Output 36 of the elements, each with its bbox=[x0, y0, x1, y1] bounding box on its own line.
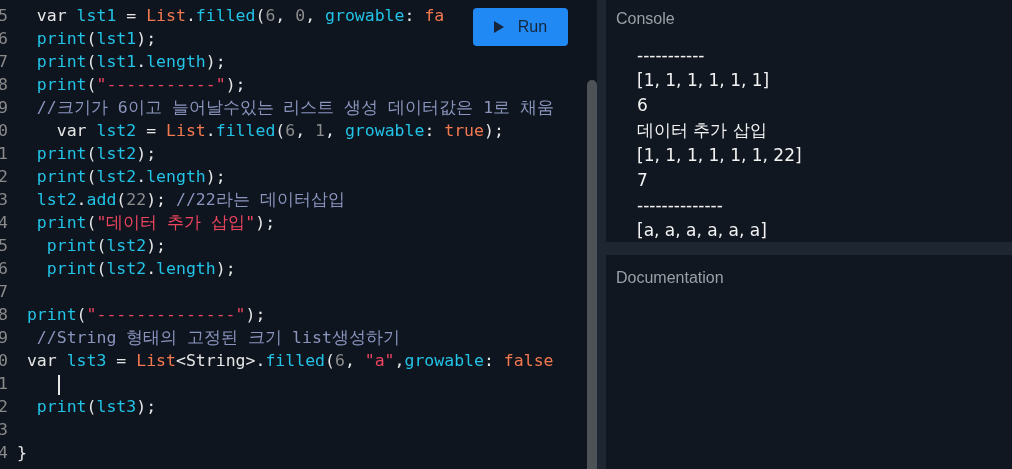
console-output-line: -------------- bbox=[637, 194, 723, 217]
panel-title: Console bbox=[616, 9, 676, 29]
code-line: var lst2 = List.filled(6, 1, growable: true); bbox=[55, 120, 504, 143]
line-number: 5 bbox=[0, 235, 9, 258]
code-line: print(lst1); bbox=[35, 28, 157, 51]
code-line: print("-----------"); bbox=[35, 74, 246, 97]
code-line: //크기가 6이고 늘어날수있는 리스트 생성 데이터값은 1로 채움 bbox=[35, 97, 555, 120]
code-line: print(lst3); bbox=[35, 396, 157, 419]
line-number: 2 bbox=[0, 166, 9, 189]
code-line: lst2.add(22); //22라는 데이터삽입 bbox=[35, 189, 345, 212]
line-number: 2 bbox=[0, 396, 9, 419]
play-icon bbox=[493, 21, 504, 33]
panel-title: Documentation bbox=[616, 268, 725, 288]
line-number: 1 bbox=[0, 373, 9, 396]
console-output-line: [1, 1, 1, 1, 1, 1, 22] bbox=[637, 144, 802, 167]
console-output-line: [a, a, a, a, a, a] bbox=[637, 219, 767, 242]
code-line: print("데이터 추가 삽입"); bbox=[35, 212, 276, 235]
console-output-line: ----------- bbox=[637, 44, 705, 67]
line-number: 5 bbox=[0, 5, 9, 28]
console-output-line: 7 bbox=[637, 169, 648, 192]
code-line: print(lst2); bbox=[35, 143, 157, 166]
code-line: } bbox=[17, 442, 27, 465]
code-line: print("--------------"); bbox=[25, 304, 266, 327]
code-editor[interactable] bbox=[0, 0, 597, 469]
code-line: print(lst1.length); bbox=[35, 51, 226, 74]
code-line: var lst1 = List.filled(6, 0, growable: fa bbox=[35, 5, 445, 28]
code-line: print(lst2); bbox=[45, 235, 167, 258]
run-button[interactable]: Run bbox=[473, 8, 568, 46]
console-output-line: 데이터 추가 삽입 bbox=[637, 119, 767, 142]
console-output-line: [1, 1, 1, 1, 1, 1] bbox=[637, 69, 770, 92]
code-line: print(lst2.length); bbox=[45, 258, 236, 281]
code-line: var lst3 = List<String>.filled(6, "a",growable: false bbox=[25, 350, 554, 373]
code-line: print(lst2.length); bbox=[35, 166, 226, 189]
console-output-line: 6 bbox=[637, 94, 648, 117]
line-number: 1 bbox=[0, 143, 9, 166]
code-line: //String 형태의 고정된 크기 list생성하기 bbox=[35, 327, 400, 350]
